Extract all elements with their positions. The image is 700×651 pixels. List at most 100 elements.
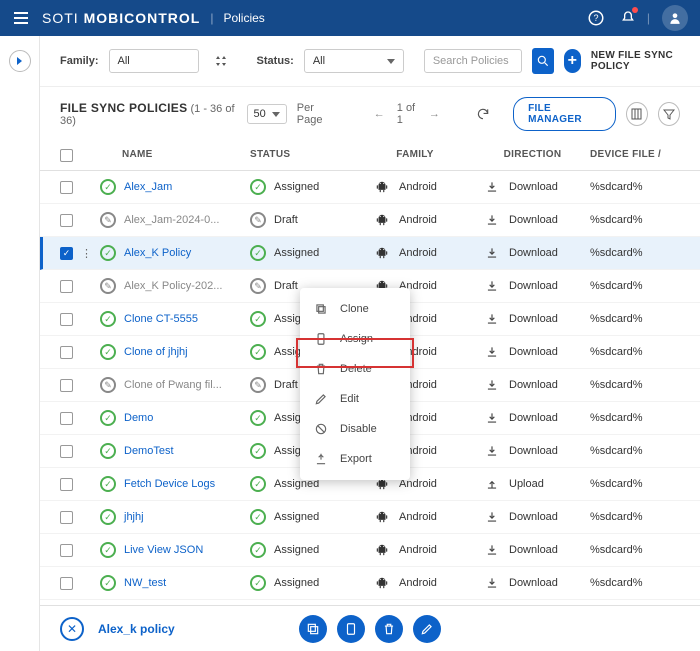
policy-name-link[interactable]: Fetch Device Logs	[124, 478, 215, 490]
status-icon: ✓	[100, 410, 116, 426]
policy-name-link[interactable]: Clone of Pwang fil...	[124, 379, 222, 391]
col-direction[interactable]: DIRECTION	[475, 149, 590, 162]
menu-item-label: Delete	[340, 363, 372, 375]
status-icon: ✎	[250, 377, 266, 393]
filter-button[interactable]	[658, 102, 680, 126]
direction-text: Download	[509, 181, 558, 193]
direction-icon	[485, 312, 499, 326]
status-icon: ✓	[100, 509, 116, 525]
new-policy-plus-button[interactable]: +	[564, 49, 581, 73]
pager: ← 1 of 1 →	[368, 102, 446, 126]
policy-name-link[interactable]: Alex_K Policy-202...	[124, 280, 222, 292]
family-text: Android	[399, 214, 437, 226]
row-checkbox[interactable]	[60, 346, 73, 359]
col-status[interactable]: STATUS	[250, 149, 355, 162]
policy-name-link[interactable]: DemoTest	[124, 445, 174, 457]
device-file-text: %sdcard%	[590, 214, 680, 226]
direction-text: Download	[509, 247, 558, 259]
family-text: Android	[399, 181, 437, 193]
row-checkbox[interactable]	[60, 214, 73, 227]
bell-icon[interactable]	[615, 5, 641, 31]
status-icon: ✓	[250, 245, 266, 261]
search-input[interactable]: Search Policies	[424, 49, 522, 73]
page-size-value: 50	[254, 108, 266, 120]
table-row[interactable]: ✓jhjhj✓AssignedAndroidDownload%sdcard%	[40, 501, 700, 534]
status-filter-select[interactable]: All	[304, 49, 404, 73]
row-checkbox[interactable]	[60, 478, 73, 491]
delete-action[interactable]	[375, 615, 403, 643]
policy-name-link[interactable]: Demo	[124, 412, 153, 424]
pager-prev[interactable]: ←	[368, 105, 391, 123]
device-file-text: %sdcard%	[590, 247, 680, 259]
sort-icon[interactable]	[215, 55, 227, 67]
col-device-file[interactable]: DEVICE FILE /	[590, 149, 680, 162]
menu-item-edit[interactable]: Edit	[300, 384, 410, 414]
selection-bar: ✕ Alex_k policy	[40, 605, 700, 651]
row-kebab-icon[interactable]: ⋮	[81, 247, 92, 260]
direction-icon	[485, 246, 499, 260]
col-name[interactable]: NAME	[100, 149, 250, 162]
family-text: Android	[399, 247, 437, 259]
file-manager-button[interactable]: FILE MANAGER	[513, 97, 616, 131]
hamburger-icon[interactable]	[12, 9, 30, 27]
family-text: Android	[399, 544, 437, 556]
status-icon: ✓	[250, 542, 266, 558]
menu-item-disable[interactable]: Disable	[300, 414, 410, 444]
family-text: Android	[399, 511, 437, 523]
policy-name-link[interactable]: Alex_K Policy	[124, 247, 191, 259]
expand-panel-button[interactable]	[9, 50, 31, 72]
row-checkbox[interactable]	[60, 313, 73, 326]
menu-item-assign[interactable]: Assign	[300, 324, 410, 354]
direction-icon	[485, 180, 499, 194]
table-row[interactable]: ✎Alex_Jam-2024-0...✎DraftAndroidDownload…	[40, 204, 700, 237]
select-all-checkbox[interactable]	[60, 149, 73, 162]
edit-action[interactable]	[413, 615, 441, 643]
row-checkbox[interactable]	[60, 412, 73, 425]
brand: SOTI MOBICONTROL	[42, 10, 200, 26]
policy-name-link[interactable]: Live View JSON	[124, 544, 203, 556]
device-file-text: %sdcard%	[590, 379, 680, 391]
status-icon: ✓	[250, 575, 266, 591]
menu-item-delete[interactable]: Delete	[300, 354, 410, 384]
policy-name-link[interactable]: Alex_Jam	[124, 181, 172, 193]
status-icon: ✓	[250, 476, 266, 492]
close-selection-button[interactable]: ✕	[60, 617, 84, 641]
user-avatar[interactable]	[662, 5, 688, 31]
policy-name-link[interactable]: Clone CT-5555	[124, 313, 198, 325]
status-icon: ✎	[250, 212, 266, 228]
search-button[interactable]	[532, 48, 554, 74]
family-filter-select[interactable]: All	[109, 49, 199, 73]
row-checkbox[interactable]	[60, 379, 73, 392]
refresh-button[interactable]	[473, 104, 493, 124]
table-row[interactable]: ✓NW_test✓AssignedAndroidDownload%sdcard%	[40, 567, 700, 600]
menu-item-export[interactable]: Export	[300, 444, 410, 474]
row-checkbox[interactable]: ✓	[60, 247, 73, 260]
clone-action[interactable]	[299, 615, 327, 643]
columns-button[interactable]	[626, 102, 648, 126]
menu-item-clone[interactable]: Clone	[300, 294, 410, 324]
policy-name-link[interactable]: NW_test	[124, 577, 166, 589]
policy-name-link[interactable]: Alex_Jam-2024-0...	[124, 214, 219, 226]
row-checkbox[interactable]	[60, 280, 73, 293]
row-checkbox[interactable]	[60, 544, 73, 557]
row-checkbox[interactable]	[60, 181, 73, 194]
col-family[interactable]: FAMILY	[355, 149, 475, 162]
table-row[interactable]: ✓Alex_Jam✓AssignedAndroidDownload%sdcard…	[40, 171, 700, 204]
status-icon: ✓	[100, 245, 116, 261]
table-row[interactable]: ✓Live View JSON✓AssignedAndroidDownload%…	[40, 534, 700, 567]
policy-name-link[interactable]: Clone of jhjhj	[124, 346, 188, 358]
direction-icon	[485, 345, 499, 359]
policy-name-link[interactable]: jhjhj	[124, 511, 144, 523]
device-file-text: %sdcard%	[590, 544, 680, 556]
table-row[interactable]: ✓⋮✓Alex_K Policy✓AssignedAndroidDownload…	[40, 237, 700, 270]
menu-item-label: Disable	[340, 423, 377, 435]
assign-action[interactable]	[337, 615, 365, 643]
new-policy-label[interactable]: NEW FILE SYNC POLICY	[591, 50, 680, 72]
row-checkbox[interactable]	[60, 511, 73, 524]
page-size-select[interactable]: 50	[247, 104, 287, 124]
help-icon[interactable]: ?	[583, 5, 609, 31]
pager-next[interactable]: →	[423, 105, 446, 123]
row-checkbox[interactable]	[60, 577, 73, 590]
status-text: Draft	[274, 280, 298, 292]
row-checkbox[interactable]	[60, 445, 73, 458]
